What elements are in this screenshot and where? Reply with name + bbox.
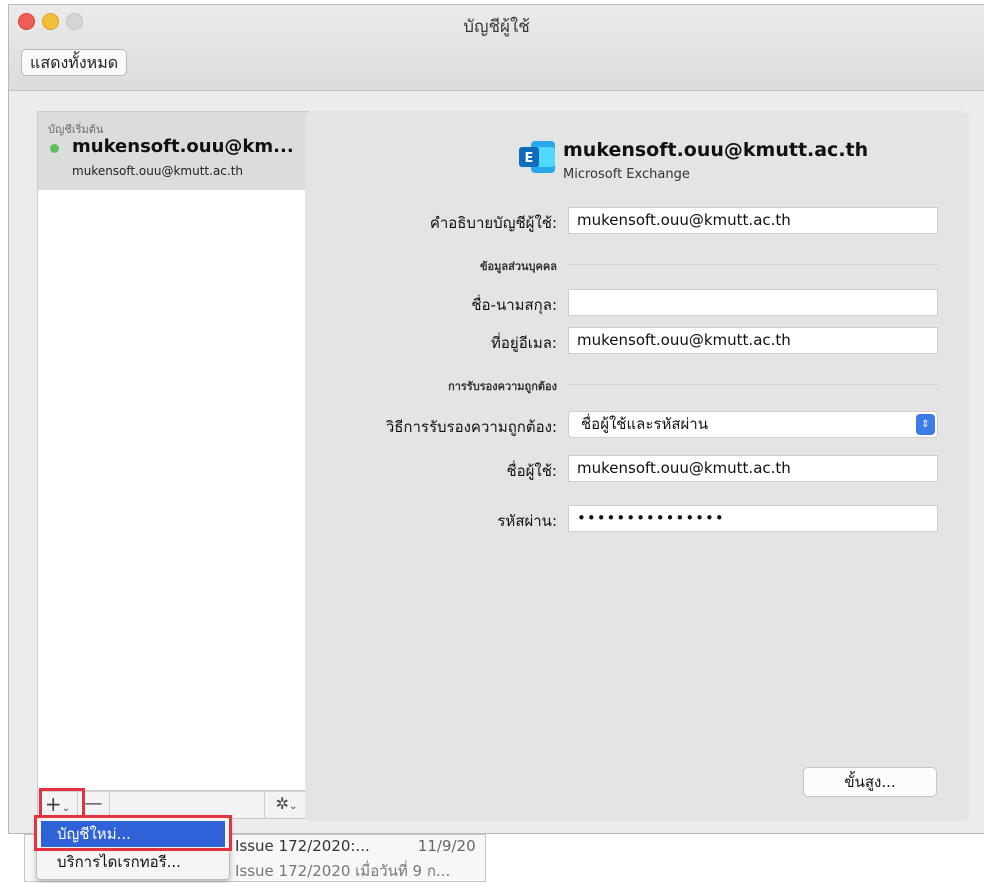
section-divider <box>568 264 938 265</box>
account-name: mukensoft.ouu@km... <box>72 136 294 157</box>
description-field[interactable]: mukensoft.ouu@kmutt.ac.th <box>568 207 938 234</box>
account-list: บัญชีเริ่มต้น mukensoft.ouu@km... mukens… <box>37 111 309 791</box>
account-type: Microsoft Exchange <box>563 167 690 182</box>
account-email: mukensoft.ouu@kmutt.ac.th <box>72 164 244 178</box>
status-dot-icon <box>50 144 59 153</box>
auth-method-value: ชื่อผู้ใช้และรหัสผ่าน <box>581 415 708 433</box>
account-actions-button[interactable]: ✲⌄ <box>264 792 308 818</box>
show-all-button[interactable]: แสดงทั้งหมด <box>21 49 128 76</box>
account-title: mukensoft.ouu@kmutt.ac.th <box>563 139 869 161</box>
password-field[interactable]: ••••••••••••••• <box>568 505 938 532</box>
message-date: 11/9/20 <box>417 837 476 855</box>
description-label: คำอธิบายบัญชีผู้ใช้: <box>429 214 557 232</box>
exchange-logo-icon: E <box>519 141 555 173</box>
email-field[interactable]: mukensoft.ouu@kmutt.ac.th <box>568 327 938 354</box>
menu-item-directory-service[interactable]: บริการไดเรกทอรี... <box>41 849 225 875</box>
personal-info-heading: ข้อมูลส่วนบุคคล <box>480 260 557 273</box>
section-divider <box>568 384 938 385</box>
accounts-window: บัญชีผู้ใช้ แสดงทั้งหมด บัญชีเริ่มต้น mu… <box>8 4 984 834</box>
window-title: บัญชีผู้ใช้ <box>463 17 530 37</box>
list-item: Issue 172/2020:... 11/9/20 <box>235 837 476 855</box>
svg-text:E: E <box>525 151 534 166</box>
authentication-heading: การรับรองความถูกต้อง <box>448 380 557 393</box>
email-label: ที่อยู่อีเมล: <box>491 334 557 352</box>
highlight-box <box>34 815 232 851</box>
username-field[interactable]: mukensoft.ouu@kmutt.ac.th <box>568 455 938 482</box>
username-label: ชื่อผู้ใช้: <box>506 462 557 480</box>
account-details-panel: E mukensoft.ouu@kmutt.ac.th Microsoft Ex… <box>305 111 969 821</box>
minus-icon: — <box>84 793 103 814</box>
chevron-down-icon: ⌄ <box>289 801 298 812</box>
password-label: รหัสผ่าน: <box>497 512 557 530</box>
updown-chevron-icon: ⇕ <box>916 414 935 435</box>
fullname-field[interactable] <box>568 289 938 316</box>
auth-method-select[interactable]: ชื่อผู้ใช้และรหัสผ่าน ⇕ <box>568 411 938 438</box>
advanced-button[interactable]: ขั้นสูง... <box>803 767 937 797</box>
account-list-item[interactable]: บัญชีเริ่มต้น mukensoft.ouu@km... mukens… <box>38 112 308 190</box>
gear-icon: ✲ <box>275 794 289 813</box>
auth-method-label: วิธีการรับรองความถูกต้อง: <box>385 418 557 436</box>
fullname-label: ชื่อ-นามสกุล: <box>471 296 557 314</box>
list-item: Issue 172/2020 เมื่อวันที่ 9 ก... <box>235 862 451 880</box>
title-bar: บัญชีผู้ใช้ แสดงทั้งหมด <box>9 5 984 91</box>
message-subject: Issue 172/2020:... <box>235 837 370 855</box>
